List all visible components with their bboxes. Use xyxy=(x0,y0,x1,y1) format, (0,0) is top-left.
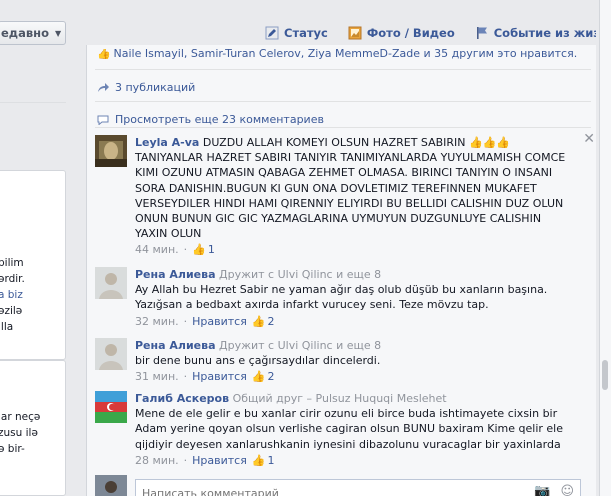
comment-author[interactable]: Рена Алиева xyxy=(135,339,216,352)
comment-like-count[interactable]: 👍 2 xyxy=(252,370,275,383)
comment-subtitle: Дружит с Ulvi Qilinc и еще 8 xyxy=(219,339,382,352)
sort-dropdown[interactable]: едавно ▼ xyxy=(0,21,66,45)
flag-icon xyxy=(476,27,487,39)
avatar[interactable] xyxy=(95,135,127,167)
left-text-line: bilim xyxy=(0,257,24,269)
life-event-button[interactable]: Событие из жизни xyxy=(475,26,611,40)
post-card: 👍 Naile Ismayil, Samir-Turan Celerov, Zi… xyxy=(86,45,598,496)
status-label: Статус xyxy=(284,26,328,40)
thumbs-up-icon: 👍 xyxy=(192,243,206,257)
view-more-text: Просмотреть еще 23 комментариев xyxy=(115,113,324,126)
dot-separator: · xyxy=(183,243,188,257)
comment-bubble-icon xyxy=(97,115,109,125)
shares-text: 3 публикаций xyxy=(115,81,196,94)
life-event-label: Событие из жизни xyxy=(493,26,611,40)
avatar[interactable] xyxy=(95,338,127,370)
divider xyxy=(95,69,591,70)
right-card-edge xyxy=(599,0,611,496)
photo-video-button[interactable]: Фото / Видео xyxy=(348,26,455,40)
left-text-line: zusu ilə xyxy=(0,427,38,439)
comment-text: Mene de ele gelir e bu xanlar cirir ozun… xyxy=(135,407,564,451)
comment-input-box[interactable]: 📷 ☺ xyxy=(135,479,581,496)
shares-link[interactable]: 3 публикаций xyxy=(97,81,195,94)
like-count-value: 1 xyxy=(207,243,215,257)
left-column: едавно ▼ bilim ərdir. a biz əzilə illa l… xyxy=(0,0,67,496)
thumbs-up-icon: 👍 xyxy=(251,314,266,328)
divider xyxy=(95,101,591,102)
thumbs-up-icon: 👍 xyxy=(97,49,111,60)
divider xyxy=(0,102,66,103)
photo-video-label: Фото / Видео xyxy=(366,26,455,40)
chevron-down-icon: ▼ xyxy=(54,28,62,38)
left-card-top: bilim ərdir. a biz əzilə illa xyxy=(0,170,66,360)
scrollbar-thumb[interactable] xyxy=(602,360,608,390)
left-text-line: illa xyxy=(0,321,14,333)
comment-time[interactable]: 28 мин. xyxy=(135,454,179,467)
close-icon[interactable]: ✕ xyxy=(583,131,595,147)
comment-like-count[interactable]: 👍 2 xyxy=(252,315,275,328)
comment-author[interactable]: Leyla A-va xyxy=(135,136,199,149)
right-rail xyxy=(596,0,611,496)
pencil-icon xyxy=(265,26,279,40)
left-card-bottom: lar neçə zusu ilə ə bir- xyxy=(0,360,66,496)
view-more-comments-link[interactable]: Просмотреть еще 23 комментариев xyxy=(97,113,324,126)
like-count-value: 1 xyxy=(267,453,275,467)
like-count-value: 2 xyxy=(267,370,275,384)
comment-text: Ay Allah bu Hezret Sabir ne yaman ağır d… xyxy=(135,283,548,312)
comment-time[interactable]: 44 мин. xyxy=(135,243,179,256)
smiley-icon[interactable]: ☺ xyxy=(560,484,574,496)
comment-author[interactable]: Рена Алиева xyxy=(135,268,216,281)
comment-text: bir dene bunu ans e çağırsaydılar dincel… xyxy=(135,354,381,368)
status-button[interactable]: Статус xyxy=(265,26,328,40)
left-text-line: ə bir- xyxy=(0,443,25,455)
avatar[interactable] xyxy=(95,267,127,299)
share-icon xyxy=(98,83,109,92)
comment-like-count[interactable]: 👍 1 xyxy=(192,243,215,256)
left-text-line: ərdir. xyxy=(0,273,25,285)
thumbs-up-icon: 👍 xyxy=(251,370,266,384)
like-button[interactable]: Нравится xyxy=(192,370,247,383)
comment-time[interactable]: 32 мин. xyxy=(135,315,179,328)
sort-label: едавно xyxy=(1,26,49,40)
photo-icon xyxy=(348,26,362,40)
comment-text: DUZDU ALLAH KOMEYI OLSUN HAZRET SABIRIN … xyxy=(135,136,566,241)
likes-summary[interactable]: 👍 Naile Ismayil, Samir-Turan Celerov, Zi… xyxy=(87,49,599,63)
comment-time[interactable]: 31 мин. xyxy=(135,370,179,383)
thumbs-up-icon: 👍 xyxy=(251,453,266,467)
like-button[interactable]: Нравится xyxy=(192,315,247,328)
comment-subtitle: Дружит с Ulvi Qilinc и еще 8 xyxy=(219,268,382,281)
likes-summary-text: Naile Ismayil, Samir-Turan Celerov, Ziya… xyxy=(113,49,578,60)
divider xyxy=(95,127,591,128)
left-text-line: a biz xyxy=(0,289,23,301)
comment-subtitle: Общий друг – Pulsuz Huquqi Meslehet xyxy=(232,392,447,405)
camera-icon[interactable]: 📷 xyxy=(534,484,550,496)
left-text-line: əzilə xyxy=(0,305,23,317)
dot-separator: · xyxy=(183,453,188,467)
like-count-value: 2 xyxy=(267,314,275,328)
dot-separator: · xyxy=(183,370,188,384)
left-text-line: lar neçə xyxy=(0,411,41,423)
avatar[interactable] xyxy=(95,391,127,423)
dot-separator: · xyxy=(183,314,188,328)
like-button[interactable]: Нравится xyxy=(192,454,247,467)
comment-author[interactable]: Галиб Аскеров xyxy=(135,392,229,405)
comment-input[interactable] xyxy=(142,483,502,496)
write-comment: 📷 ☺ xyxy=(95,475,585,496)
avatar xyxy=(95,475,127,496)
comment-like-count[interactable]: 👍 1 xyxy=(252,454,275,467)
